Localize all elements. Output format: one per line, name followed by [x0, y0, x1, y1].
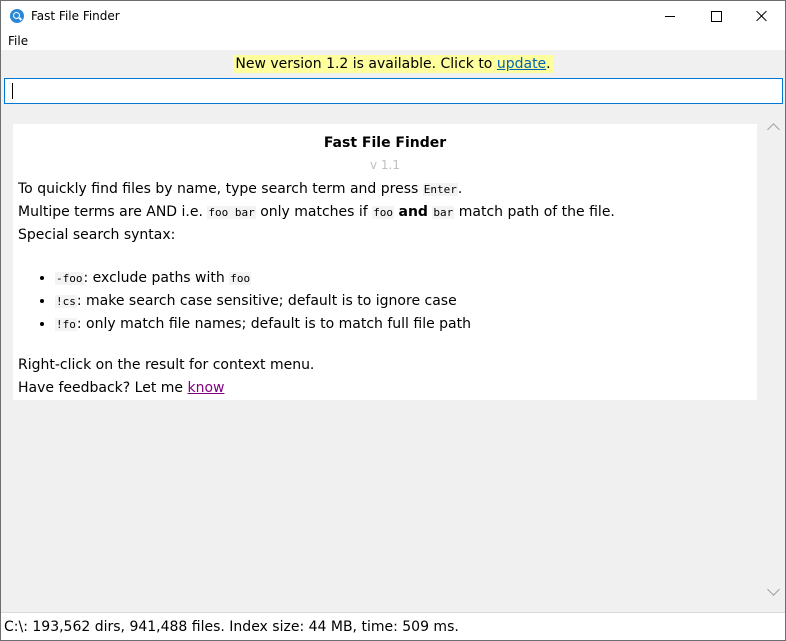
syntax-list: -foo: exclude paths with foo !cs: make s…: [41, 267, 471, 336]
text-caret: [12, 83, 13, 99]
title-bar[interactable]: Fast File Finder: [1, 1, 785, 31]
help-text: Have feedback? Let me: [18, 380, 184, 396]
minimize-icon: [665, 15, 675, 17]
help-line-context: Right-click on the result for context me…: [18, 357, 315, 373]
search-magnifier-icon: [10, 9, 24, 23]
help-text: : make search case sensitive; default is…: [76, 293, 457, 309]
close-icon: [756, 10, 768, 22]
code-foo-bar: foo bar: [207, 206, 256, 219]
search-box[interactable]: [4, 78, 783, 104]
app-window: Fast File Finder File New version 1.2 is…: [0, 0, 786, 641]
scroll-up-arrow-icon[interactable]: [767, 123, 780, 136]
version-label: v 1.1: [370, 158, 400, 172]
list-item: !fo: only match file names; default is t…: [55, 313, 471, 336]
minimize-button[interactable]: [647, 1, 693, 31]
help-line-and: Multipe terms are AND i.e. foo bar only …: [18, 201, 615, 224]
help-line-search: To quickly find files by name, type sear…: [18, 178, 462, 201]
menu-file[interactable]: File: [8, 34, 28, 48]
help-line-feedback: Have feedback? Let me know: [18, 377, 224, 400]
status-text: C:\: 193,562 dirs, 941,488 files. Index …: [4, 619, 459, 635]
code-file-only: !fo: [55, 318, 77, 331]
close-button[interactable]: [739, 1, 785, 31]
help-text: only matches if: [260, 204, 368, 220]
update-notice-row: New version 1.2 is available. Click to u…: [1, 50, 785, 77]
status-bar: C:\: 193,562 dirs, 941,488 files. Index …: [1, 612, 785, 640]
welcome-title: Fast File Finder: [323, 135, 447, 151]
code-case-sensitive: !cs: [55, 295, 77, 308]
help-text: : only match file names; default is to m…: [76, 316, 471, 332]
code-exclude: -foo: [55, 272, 84, 285]
update-link[interactable]: update: [497, 56, 546, 72]
help-line-syntax: Special search syntax:: [18, 227, 176, 243]
list-item: !cs: make search case sensitive; default…: [55, 290, 471, 313]
help-text: : exclude paths with: [83, 270, 225, 286]
code-enter: Enter: [422, 183, 458, 196]
code-foo: foo: [229, 272, 252, 285]
help-text: To quickly find files by name, type sear…: [18, 181, 419, 197]
scroll-down-arrow-icon[interactable]: [767, 583, 780, 596]
help-text: Multipe terms are AND i.e.: [18, 204, 203, 220]
update-notice: New version 1.2 is available. Click to u…: [233, 55, 553, 73]
list-item: -foo: exclude paths with foo: [55, 267, 471, 290]
maximize-button[interactable]: [693, 1, 739, 31]
code-foo: foo: [372, 206, 395, 219]
update-notice-text: New version 1.2 is available. Click to: [235, 56, 493, 72]
maximize-icon: [710, 10, 722, 22]
update-notice-suffix: .: [546, 56, 551, 72]
window-title: Fast File Finder: [31, 9, 120, 23]
code-bar: bar: [432, 206, 455, 219]
feedback-link[interactable]: know: [187, 380, 224, 396]
search-input[interactable]: [5, 79, 782, 103]
help-text: match path of the file.: [458, 204, 615, 220]
help-text: .: [457, 181, 463, 197]
vertical-scrollbar[interactable]: [765, 117, 783, 607]
help-and-bold: and: [398, 204, 428, 220]
welcome-panel: Fast File Finder v 1.1 To quickly find f…: [13, 124, 757, 400]
menu-bar: File: [1, 31, 785, 50]
